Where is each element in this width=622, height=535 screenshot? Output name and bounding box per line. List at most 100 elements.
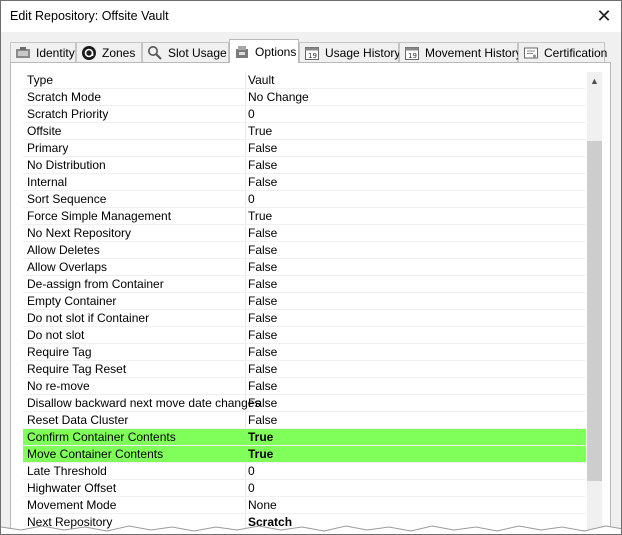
property-row[interactable]: Scratch Priority 0 xyxy=(23,106,586,123)
property-value[interactable]: Vault xyxy=(248,73,274,87)
property-value[interactable]: No Change xyxy=(248,90,309,104)
tab-options[interactable]: Options xyxy=(229,39,299,63)
tab-slot-usage[interactable]: Slot Usage xyxy=(142,42,229,62)
property-name: Do not slot if Container xyxy=(27,311,150,325)
property-name: Offsite xyxy=(27,124,62,138)
property-row[interactable]: Scratch Mode No Change xyxy=(23,89,586,106)
property-value[interactable]: False xyxy=(248,413,277,427)
property-name: No Next Repository xyxy=(27,226,132,240)
tab-slot-usage-label: Slot Usage xyxy=(168,45,227,60)
vertical-scrollbar[interactable]: ▲ xyxy=(587,72,602,534)
property-value[interactable]: False xyxy=(248,362,277,376)
property-row[interactable]: Offsite True xyxy=(23,123,586,140)
property-name: Allow Deletes xyxy=(27,243,100,257)
property-row[interactable]: Force Simple Management True xyxy=(23,208,586,225)
zones-icon xyxy=(81,45,97,61)
property-name: Force Simple Management xyxy=(27,209,172,223)
property-value[interactable]: True xyxy=(248,209,272,223)
property-row[interactable]: No Next Repository False xyxy=(23,225,586,242)
property-row[interactable]: Disallow backward next move date changes… xyxy=(23,395,586,412)
svg-text:19: 19 xyxy=(308,52,317,60)
property-row[interactable]: Reset Data Cluster False xyxy=(23,412,586,429)
property-value[interactable]: 0 xyxy=(248,107,255,121)
property-name: Do not slot xyxy=(27,328,85,342)
property-row[interactable]: Do not slot False xyxy=(23,327,586,344)
certificate-icon xyxy=(523,45,539,61)
property-value[interactable]: False xyxy=(248,311,277,325)
tab-usage-history[interactable]: 19 Usage History xyxy=(299,42,401,62)
property-name: Reset Data Cluster xyxy=(27,413,129,427)
property-row[interactable]: Type Vault xyxy=(23,72,586,89)
property-row[interactable]: Late Threshold 0 xyxy=(23,463,586,480)
tab-options-label: Options xyxy=(255,44,297,59)
close-button[interactable]: ✕ xyxy=(587,1,621,32)
property-name: Late Threshold xyxy=(27,464,107,478)
calendar-icon: 19 xyxy=(304,45,320,61)
property-name: Primary xyxy=(27,141,69,155)
torn-edge xyxy=(1,525,621,534)
tab-zones[interactable]: Zones xyxy=(76,42,142,62)
property-value[interactable]: False xyxy=(248,260,277,274)
tab-movement-history[interactable]: 19 Movement History xyxy=(399,42,522,62)
property-row[interactable]: Require Tag Reset False xyxy=(23,361,586,378)
property-value[interactable]: False xyxy=(248,294,277,308)
property-row[interactable]: Allow Overlaps False xyxy=(23,259,586,276)
property-value[interactable]: False xyxy=(248,328,277,342)
property-value[interactable]: False xyxy=(248,226,277,240)
tab-identity-label: Identity xyxy=(36,45,75,60)
property-row[interactable]: Confirm Container Contents True xyxy=(23,429,586,446)
property-row[interactable]: Move Container Contents True xyxy=(23,446,586,463)
property-row[interactable]: Do not slot if Container False xyxy=(23,310,586,327)
tab-strip: Identity Zones Slot Usage Options 19 Usa… xyxy=(10,39,612,63)
property-value[interactable]: False xyxy=(248,243,277,257)
title-bar: Edit Repository: Offsite Vault ✕ xyxy=(1,1,621,32)
magnifier-icon xyxy=(147,45,163,61)
property-value[interactable]: False xyxy=(248,141,277,155)
property-row[interactable]: Require Tag False xyxy=(23,344,586,361)
property-name: Require Tag xyxy=(27,345,92,359)
tab-certification[interactable]: Certification xyxy=(518,42,608,62)
property-value[interactable]: False xyxy=(248,175,277,189)
property-value[interactable]: True xyxy=(248,447,273,461)
property-name: Require Tag Reset xyxy=(27,362,127,376)
property-value[interactable]: 0 xyxy=(248,481,255,495)
property-row[interactable]: Internal False xyxy=(23,174,586,191)
options-panel: Type Vault Scratch Mode No Change Scratch Pr… xyxy=(10,62,611,534)
window-title: Edit Repository: Offsite Vault xyxy=(10,9,169,23)
property-grid: Type Vault Scratch Mode No Change Scratch Pr… xyxy=(23,72,586,534)
tab-certification-label: Certification xyxy=(544,45,608,60)
scroll-up-arrow[interactable]: ▲ xyxy=(587,72,602,89)
tab-identity[interactable]: Identity xyxy=(10,42,76,62)
property-value[interactable]: 0 xyxy=(248,192,255,206)
property-row[interactable]: No re-move False xyxy=(23,378,586,395)
property-name: Confirm Container Contents xyxy=(27,430,176,444)
property-value[interactable]: False xyxy=(248,379,277,393)
property-row[interactable]: Highwater Offset 0 xyxy=(23,480,586,497)
property-name: Movement Mode xyxy=(27,498,117,512)
edit-repository-dialog: Edit Repository: Offsite Vault ✕ Identit… xyxy=(0,0,622,535)
property-value[interactable]: True xyxy=(248,430,273,444)
property-row[interactable]: De-assign from Container False xyxy=(23,276,586,293)
property-value[interactable]: False xyxy=(248,345,277,359)
scrollbar-thumb[interactable] xyxy=(587,141,602,481)
property-row[interactable]: Empty Container False xyxy=(23,293,586,310)
tab-usage-history-label: Usage History xyxy=(325,45,401,60)
property-name: Scratch Priority xyxy=(27,107,109,121)
property-row[interactable]: Sort Sequence 0 xyxy=(23,191,586,208)
property-row[interactable]: No Distribution False xyxy=(23,157,586,174)
property-value[interactable]: 0 xyxy=(248,464,255,478)
property-name: No re-move xyxy=(27,379,90,393)
property-name: Type xyxy=(27,73,54,87)
property-name: Empty Container xyxy=(27,294,117,308)
property-name: Allow Overlaps xyxy=(27,260,108,274)
property-name: Highwater Offset xyxy=(27,481,117,495)
property-row[interactable]: Movement Mode None xyxy=(23,497,586,514)
property-value[interactable]: None xyxy=(248,498,277,512)
property-name: Sort Sequence xyxy=(27,192,107,206)
property-value[interactable]: True xyxy=(248,124,272,138)
property-value[interactable]: False xyxy=(248,396,277,410)
property-value[interactable]: False xyxy=(248,158,277,172)
property-value[interactable]: False xyxy=(248,277,277,291)
property-row[interactable]: Allow Deletes False xyxy=(23,242,586,259)
property-row[interactable]: Primary False xyxy=(23,140,586,157)
